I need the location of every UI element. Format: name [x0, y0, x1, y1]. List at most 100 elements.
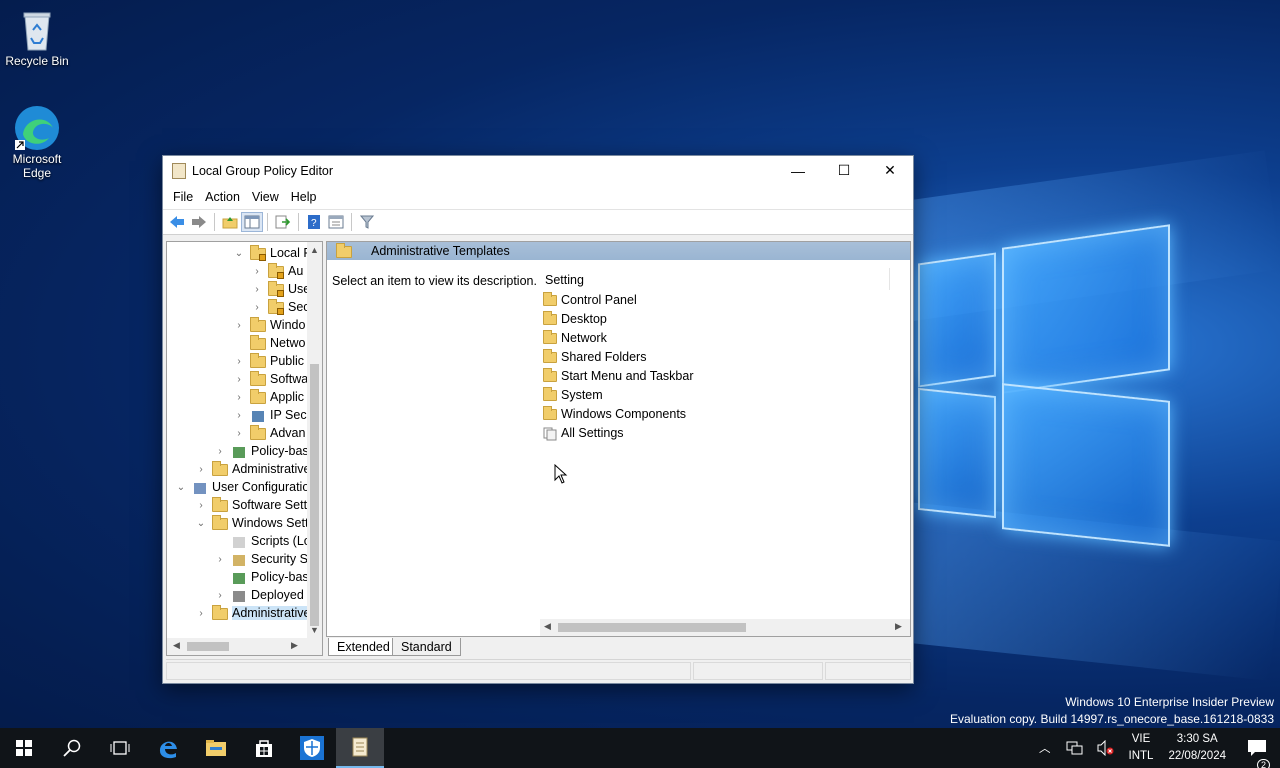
gpedit-icon[interactable]: [336, 728, 384, 768]
tree-scroll-thumb[interactable]: [310, 364, 319, 626]
input-language-indicator[interactable]: VIE INTL: [1122, 731, 1161, 765]
list-scroll-left-arrow[interactable]: ◀: [544, 621, 551, 632]
tree-item[interactable]: › Advan: [233, 424, 305, 442]
clock-date: 22/08/2024: [1168, 750, 1226, 762]
list-item[interactable]: Start Menu and Taskbar: [543, 366, 693, 385]
list-item[interactable]: Shared Folders: [543, 347, 646, 366]
tree-item[interactable]: ⌄ Local P: [233, 244, 312, 262]
minimize-button[interactable]: —: [775, 156, 821, 185]
scroll-left-arrow[interactable]: ◀: [173, 640, 180, 651]
tree-item[interactable]: ⌄ User Configuratio: [175, 478, 309, 496]
list-item[interactable]: Desktop: [543, 309, 607, 328]
forward-icon[interactable]: [188, 212, 210, 232]
collapsed-chevron-icon[interactable]: ›: [251, 266, 263, 277]
tree-item[interactable]: › Softwa: [233, 370, 308, 388]
store-icon[interactable]: [240, 728, 288, 768]
collapsed-chevron-icon[interactable]: ›: [233, 410, 245, 421]
collapsed-chevron-icon[interactable]: ›: [251, 302, 263, 313]
export-list-icon[interactable]: [272, 212, 294, 232]
menu-action[interactable]: Action: [199, 190, 246, 204]
tree-item[interactable]: › Deployed: [214, 586, 304, 604]
start-icon[interactable]: [0, 728, 48, 768]
tree-item[interactable]: › Security Se: [214, 550, 315, 568]
menu-view[interactable]: View: [246, 190, 285, 204]
expanded-chevron-icon[interactable]: ⌄: [175, 482, 187, 493]
action-center-icon[interactable]: 2: [1234, 739, 1280, 768]
tree-item[interactable]: › Use: [251, 280, 310, 298]
expanded-chevron-icon[interactable]: ⌄: [195, 518, 207, 529]
properties-icon[interactable]: [325, 212, 347, 232]
list-item[interactable]: Network: [543, 328, 607, 347]
collapsed-chevron-icon[interactable]: ›: [214, 554, 226, 565]
tree-item[interactable]: › Au: [251, 262, 303, 280]
list-item[interactable]: All Settings: [543, 423, 624, 442]
clock[interactable]: 3:30 SA 22/08/2024: [1160, 731, 1234, 765]
collapsed-chevron-icon[interactable]: ›: [195, 464, 207, 475]
tree-pane[interactable]: ⌄ Local P › Au › Use › Sec › Windo Netwo › Public › So…: [166, 241, 323, 656]
collapsed-chevron-icon[interactable]: ›: [214, 446, 226, 457]
collapsed-chevron-icon[interactable]: ›: [233, 356, 245, 367]
tree-item[interactable]: › IP Secu: [233, 406, 313, 424]
collapsed-chevron-icon[interactable]: ›: [214, 590, 226, 601]
tree-item[interactable]: › Policy-bas: [214, 442, 308, 460]
collapsed-chevron-icon[interactable]: ›: [233, 374, 245, 385]
list-hscroll-thumb[interactable]: [558, 623, 746, 632]
scroll-up-arrow[interactable]: ▲: [310, 245, 319, 255]
back-icon[interactable]: [166, 212, 188, 232]
search-icon[interactable]: [48, 728, 96, 768]
tree-item[interactable]: Policy-bas: [214, 568, 309, 586]
list-item[interactable]: Control Panel: [543, 290, 637, 309]
tree-item[interactable]: › Public: [233, 352, 304, 370]
watermark-line-2: Evaluation copy. Build 14997.rs_onecore_…: [949, 712, 1274, 726]
edge-icon[interactable]: [144, 728, 192, 768]
edge-desktop-icon[interactable]: Microsoft Edge: [0, 104, 74, 180]
list-scroll-right-arrow[interactable]: ▶: [895, 621, 902, 632]
tree-item[interactable]: Netwo: [233, 334, 305, 352]
recycle-bin-icon: [17, 8, 57, 52]
menu-help[interactable]: Help: [285, 190, 323, 204]
script-icon: [231, 535, 247, 548]
list-item[interactable]: Windows Components: [543, 404, 686, 423]
collapsed-chevron-icon[interactable]: ›: [195, 500, 207, 511]
tab-standard[interactable]: Standard: [392, 638, 461, 656]
tree-item[interactable]: › Administrative: [195, 460, 311, 478]
tree-item[interactable]: › Software Setti: [195, 496, 310, 514]
tree-hscroll-thumb[interactable]: [187, 642, 229, 651]
defender-icon[interactable]: [288, 728, 336, 768]
maximize-button[interactable]: ☐: [821, 156, 867, 185]
menu-file[interactable]: File: [167, 190, 199, 204]
tree-item[interactable]: › Administrative: [195, 604, 311, 622]
close-button[interactable]: ✕: [867, 156, 913, 185]
tree-horizontal-scrollbar[interactable]: ◀ ▶: [167, 638, 322, 655]
tree-item[interactable]: ⌄ Windows Sett: [195, 514, 308, 532]
tree-item[interactable]: › Sec: [251, 298, 310, 316]
collapsed-chevron-icon[interactable]: ›: [251, 284, 263, 295]
expanded-chevron-icon[interactable]: ⌄: [233, 248, 245, 259]
show-hide-tree-icon[interactable]: [241, 212, 263, 232]
network-icon[interactable]: [1058, 740, 1090, 756]
tree-item[interactable]: › Applic: [233, 388, 304, 406]
up-folder-icon[interactable]: [219, 212, 241, 232]
title-bar[interactable]: Local Group Policy Editor — ☐ ✕: [163, 156, 913, 185]
collapsed-chevron-icon[interactable]: ›: [195, 608, 207, 619]
setting-column-header[interactable]: Setting: [545, 273, 584, 287]
tree-item[interactable]: › Windo: [233, 316, 305, 334]
recycle-bin-desktop-icon[interactable]: Recycle Bin: [0, 8, 74, 68]
tree-item[interactable]: Scripts (Lo: [214, 532, 311, 550]
collapsed-chevron-icon[interactable]: ›: [233, 428, 245, 439]
tab-extended[interactable]: Extended: [328, 638, 399, 656]
tree-vertical-scrollbar[interactable]: ▲ ▼: [307, 242, 322, 640]
scroll-down-arrow[interactable]: ▼: [310, 625, 319, 635]
task-view-icon[interactable]: [96, 728, 144, 768]
scroll-right-arrow[interactable]: ▶: [291, 640, 298, 651]
chart-icon: [231, 571, 247, 584]
volume-muted-icon[interactable]: [1090, 740, 1122, 756]
filter-icon[interactable]: [356, 212, 378, 232]
collapsed-chevron-icon[interactable]: ›: [233, 320, 245, 331]
list-item[interactable]: System: [543, 385, 603, 404]
list-horizontal-scrollbar[interactable]: ◀ ▶: [540, 619, 910, 636]
show-hidden-icons-chevron-icon[interactable]: ︿: [1032, 740, 1058, 756]
file-explorer-icon[interactable]: [192, 728, 240, 768]
help-icon[interactable]: ?: [303, 212, 325, 232]
collapsed-chevron-icon[interactable]: ›: [233, 392, 245, 403]
